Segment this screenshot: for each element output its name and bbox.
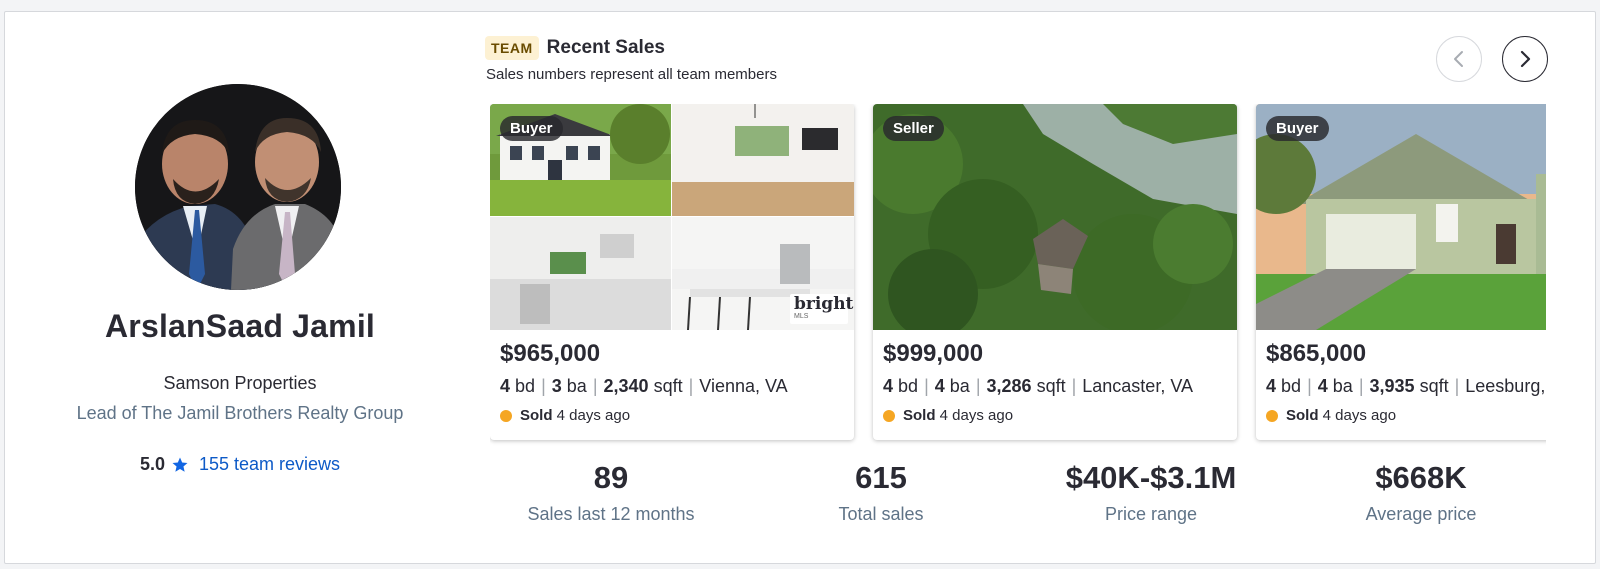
role-tag: Seller — [883, 116, 944, 141]
listing-card[interactable]: Buyer $865,000 4 bd | 4 ba | 3,935 sqft | Lees… — [1256, 104, 1546, 440]
team-reviews-link[interactable]: 155 team reviews — [199, 454, 340, 475]
carousel-prev-button[interactable] — [1436, 36, 1482, 82]
agent-name: ArslanSaad Jamil — [105, 308, 375, 344]
section-title: Recent Sales — [546, 37, 665, 58]
sold-status: Sold 4 days ago — [500, 407, 630, 424]
listing-card[interactable]: bright MLS Buyer $965,000 4 bd | 3 ba | 2,340… — [490, 104, 854, 440]
listing-photo: Seller — [873, 104, 1237, 330]
mls-logo: bright MLS — [790, 294, 853, 324]
agent-role: Lead of The Jamil Brothers Realty Group — [76, 403, 404, 423]
sales-stats: 89 Sales last 12 months 615 Total sales … — [480, 460, 1595, 540]
listing-facts: 4 bd | 3 ba | 2,340 sqft | Vienna, VA — [500, 376, 788, 396]
brokerage-name: Samson Properties — [163, 373, 317, 393]
listing-location: Vienna, VA — [699, 376, 788, 396]
sold-status: Sold 4 days ago — [1266, 407, 1396, 424]
agent-profile-card: ArslanSaad Jamil Samson Properties Lead … — [4, 11, 1596, 564]
listing-price: $865,000 — [1266, 340, 1367, 367]
agent-photo — [135, 84, 341, 290]
chevron-left-icon — [1454, 51, 1463, 67]
role-tag: Buyer — [500, 116, 563, 141]
listing-card[interactable]: Seller $999,000 4 bd | 4 ba | 3,286 sqft | Lan… — [873, 104, 1237, 440]
agent-summary: ArslanSaad Jamil Samson Properties Lead … — [5, 12, 475, 563]
listing-price: $999,000 — [883, 340, 984, 367]
section-subtitle: Sales numbers represent all team members — [486, 66, 777, 83]
sold-status: Sold 4 days ago — [883, 407, 1013, 424]
listing-facts: 4 bd | 4 ba | 3,286 sqft | Lancaster, VA — [883, 376, 1193, 396]
status-dot — [500, 409, 512, 422]
status-dot — [883, 409, 895, 422]
listing-photo-collage: bright MLS Buyer — [490, 104, 854, 330]
listing-facts: 4 bd|4 ba|3,935 sqft|Leesburg, VA — [1266, 376, 1546, 397]
section-heading: TEAM Recent Sales — [485, 36, 665, 60]
stat-average-price: $668K Average price — [1365, 460, 1477, 524]
stat-sales-12-months: 89 Sales last 12 months — [527, 460, 695, 524]
listing-photo: Buyer — [1256, 104, 1546, 330]
carousel-next-button[interactable] — [1502, 36, 1548, 82]
listing-location: Leesburg, VA — [1465, 376, 1546, 396]
recent-sales-section: TEAM Recent Sales Sales numbers represen… — [480, 12, 1595, 563]
rating-row: 5.0 155 team reviews — [5, 454, 475, 475]
stat-total-sales: 615 Total sales — [838, 460, 924, 524]
listing-location: Lancaster, VA — [1082, 376, 1193, 396]
status-dot — [1266, 409, 1278, 422]
rating-value: 5.0 — [139, 454, 165, 474]
avatar — [135, 84, 341, 290]
role-tag: Buyer — [1266, 116, 1329, 141]
chevron-right-icon — [1520, 50, 1531, 68]
star-icon — [172, 457, 188, 472]
stat-price-range: $40K-$3.1M Price range — [1065, 460, 1237, 524]
listing-price: $965,000 — [500, 340, 601, 367]
team-badge: TEAM — [485, 36, 539, 60]
sales-carousel[interactable]: bright MLS Buyer $965,000 4 bd | 3 ba | 2,340… — [490, 104, 1546, 449]
